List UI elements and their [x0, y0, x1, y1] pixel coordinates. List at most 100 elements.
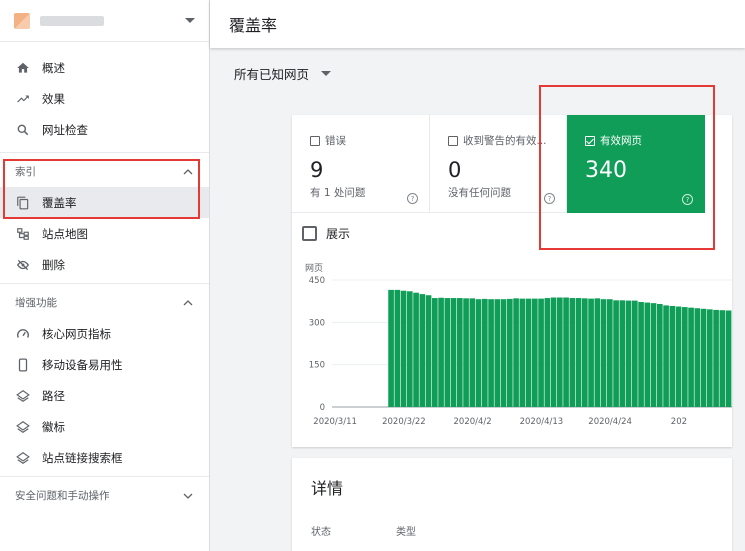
chart-bar[interactable] [425, 295, 432, 407]
chart-bar[interactable] [669, 305, 676, 407]
chart-bar[interactable] [700, 308, 707, 407]
chart-bar[interactable] [525, 298, 532, 407]
chart-bar[interactable] [582, 298, 588, 407]
coverage-chart: 网页 0 150 300 450 2020/3/11 2020/3/22 2020/4/2… [305, 263, 732, 427]
chart-bar[interactable] [457, 298, 463, 407]
help-icon[interactable]: ? [407, 193, 418, 204]
nav-item-sitelinks-searchbox[interactable]: 站点链接搜索框 [0, 442, 209, 473]
chart-bar[interactable] [388, 289, 394, 407]
chart-bar[interactable] [507, 298, 513, 407]
chart-bar[interactable] [644, 302, 651, 407]
chart-bar[interactable] [488, 299, 494, 407]
chart-bar[interactable] [632, 300, 638, 407]
tile-valid[interactable]: 有效网页 340 ? [567, 115, 705, 213]
help-icon[interactable]: ? [682, 194, 693, 205]
nav-item-url-inspection[interactable]: 网址检查 [0, 114, 209, 145]
chart-bar[interactable] [400, 290, 407, 407]
nav-label: 路径 [42, 388, 65, 403]
trending-up-icon [15, 91, 31, 107]
chart-bar[interactable] [438, 297, 444, 407]
x-tick-label: 202 [671, 417, 687, 427]
chart-bar[interactable] [469, 298, 476, 407]
chart-bar[interactable] [725, 310, 732, 407]
show-toggle[interactable]: 展示 [302, 225, 350, 242]
chart-bar[interactable] [444, 298, 451, 407]
nav-item-removals[interactable]: 删除 [0, 249, 209, 280]
nav-item-coverage[interactable]: 覆盖率 [0, 187, 209, 218]
chart-bar[interactable] [544, 298, 551, 407]
property-selector[interactable] [0, 0, 209, 42]
chevron-down-icon [183, 493, 193, 499]
nav-label: 站点链接搜索框 [42, 450, 123, 465]
chart-bar[interactable] [594, 298, 601, 407]
chart-bar[interactable] [625, 300, 632, 407]
page-header: 覆盖率 [210, 0, 745, 48]
nav-label: 覆盖率 [42, 195, 77, 210]
section-enhancements[interactable]: 增强功能 [0, 287, 209, 318]
chart-bar[interactable] [450, 298, 457, 407]
search-icon [15, 122, 31, 138]
tile-error[interactable]: 错误 9 有 1 处问题 ? [292, 115, 430, 213]
checkbox-checked-icon [585, 135, 595, 146]
chart-bar[interactable] [650, 303, 657, 407]
chart-bar[interactable] [419, 294, 426, 407]
chart-bar[interactable] [413, 292, 419, 407]
chart-bar[interactable] [619, 300, 626, 407]
chart-bar[interactable] [519, 298, 526, 407]
section-index[interactable]: 索引 [0, 156, 209, 187]
y-tick-label: 450 [309, 276, 325, 286]
nav-item-breadcrumbs[interactable]: 路径 [0, 380, 209, 411]
nav-label: 移动设备易用性 [42, 357, 123, 372]
smartphone-icon [15, 357, 31, 373]
chart-bar[interactable] [657, 303, 663, 407]
help-icon[interactable]: ? [544, 193, 555, 204]
nav-item-performance[interactable]: 效果 [0, 83, 209, 114]
nav-item-mobile-usability[interactable]: 移动设备易用性 [0, 349, 209, 380]
caret-down-icon[interactable] [321, 70, 332, 76]
tile-warning[interactable]: 收到警告的有效... 0 没有任何问题 ? [430, 115, 567, 213]
chart-bar[interactable] [713, 309, 719, 407]
chart-bar[interactable] [394, 289, 401, 407]
page-filter-dropdown[interactable]: 所有已知网页 [234, 64, 309, 83]
section-security[interactable]: 安全问题和手动操作 [0, 480, 209, 511]
chart-bar[interactable] [707, 309, 713, 407]
chart-bar[interactable] [550, 297, 557, 408]
chart-bar[interactable] [494, 299, 501, 407]
y-tick-label: 0 [320, 403, 325, 413]
nav-item-core-web-vitals[interactable]: 核心网页指标 [0, 318, 209, 349]
nav-item-logos[interactable]: 徽标 [0, 411, 209, 442]
chart-bar[interactable] [575, 298, 582, 407]
nav-item-overview[interactable]: 概述 [0, 52, 209, 83]
chart-bar[interactable] [719, 310, 726, 407]
chart-bar[interactable] [563, 297, 569, 408]
chart-bar[interactable] [600, 299, 607, 407]
chart-bar[interactable] [500, 299, 507, 407]
show-label: 展示 [326, 227, 351, 241]
chart-bar[interactable] [607, 299, 613, 407]
chart-bar[interactable] [663, 305, 669, 407]
nav-item-sitemaps[interactable]: 站点地图 [0, 218, 209, 249]
chart-bar[interactable] [675, 306, 682, 407]
chart-bar[interactable] [538, 298, 544, 407]
chart-bar[interactable] [475, 299, 482, 407]
section-label: 增强功能 [15, 297, 57, 309]
chart-bar[interactable] [694, 308, 701, 407]
sidebar: 概述 效果 网址检查 索引 覆盖率 站点地图 删除 增强功能 核心网页指标 移动… [0, 0, 210, 551]
chart-bar[interactable] [682, 307, 688, 407]
chart-bar[interactable] [569, 298, 576, 407]
chart-bar[interactable] [463, 298, 469, 407]
chart-bar[interactable] [638, 302, 644, 407]
chart-bar[interactable] [688, 307, 694, 407]
chart-bar[interactable] [532, 298, 538, 407]
chart-bar[interactable] [557, 297, 563, 408]
chart-bar[interactable] [432, 298, 438, 407]
tile-label: 收到警告的有效... [463, 135, 547, 147]
nav-label: 删除 [42, 257, 65, 272]
chart-bar[interactable] [407, 291, 413, 407]
chart-bar[interactable] [482, 298, 488, 407]
nav-label: 效果 [42, 91, 65, 106]
sitemap-icon [15, 226, 31, 242]
chart-bar[interactable] [613, 300, 619, 407]
chart-bar[interactable] [513, 298, 519, 407]
chart-bar[interactable] [588, 298, 594, 407]
